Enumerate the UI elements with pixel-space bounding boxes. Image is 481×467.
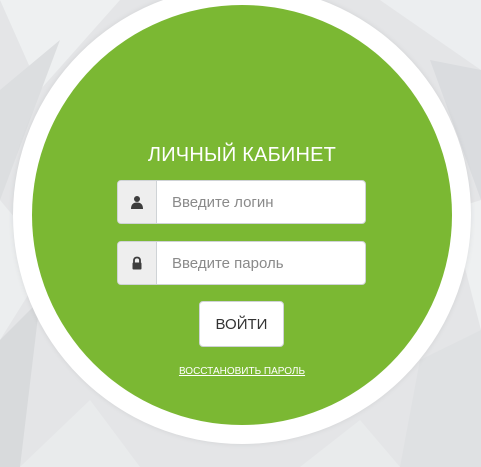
restore-password-link[interactable]: ВОССТАНОВИТЬ ПАРОЛЬ: [32, 366, 452, 377]
user-icon: [118, 181, 157, 223]
page-title: ЛИЧНЫЙ КАБИНЕТ: [147, 144, 337, 166]
login-input[interactable]: [157, 181, 365, 223]
lock-icon: [118, 242, 157, 284]
login-field-group: [117, 180, 366, 224]
password-field-group: [117, 241, 366, 285]
login-button[interactable]: ВОЙТИ: [199, 301, 284, 347]
password-input[interactable]: [157, 242, 365, 284]
